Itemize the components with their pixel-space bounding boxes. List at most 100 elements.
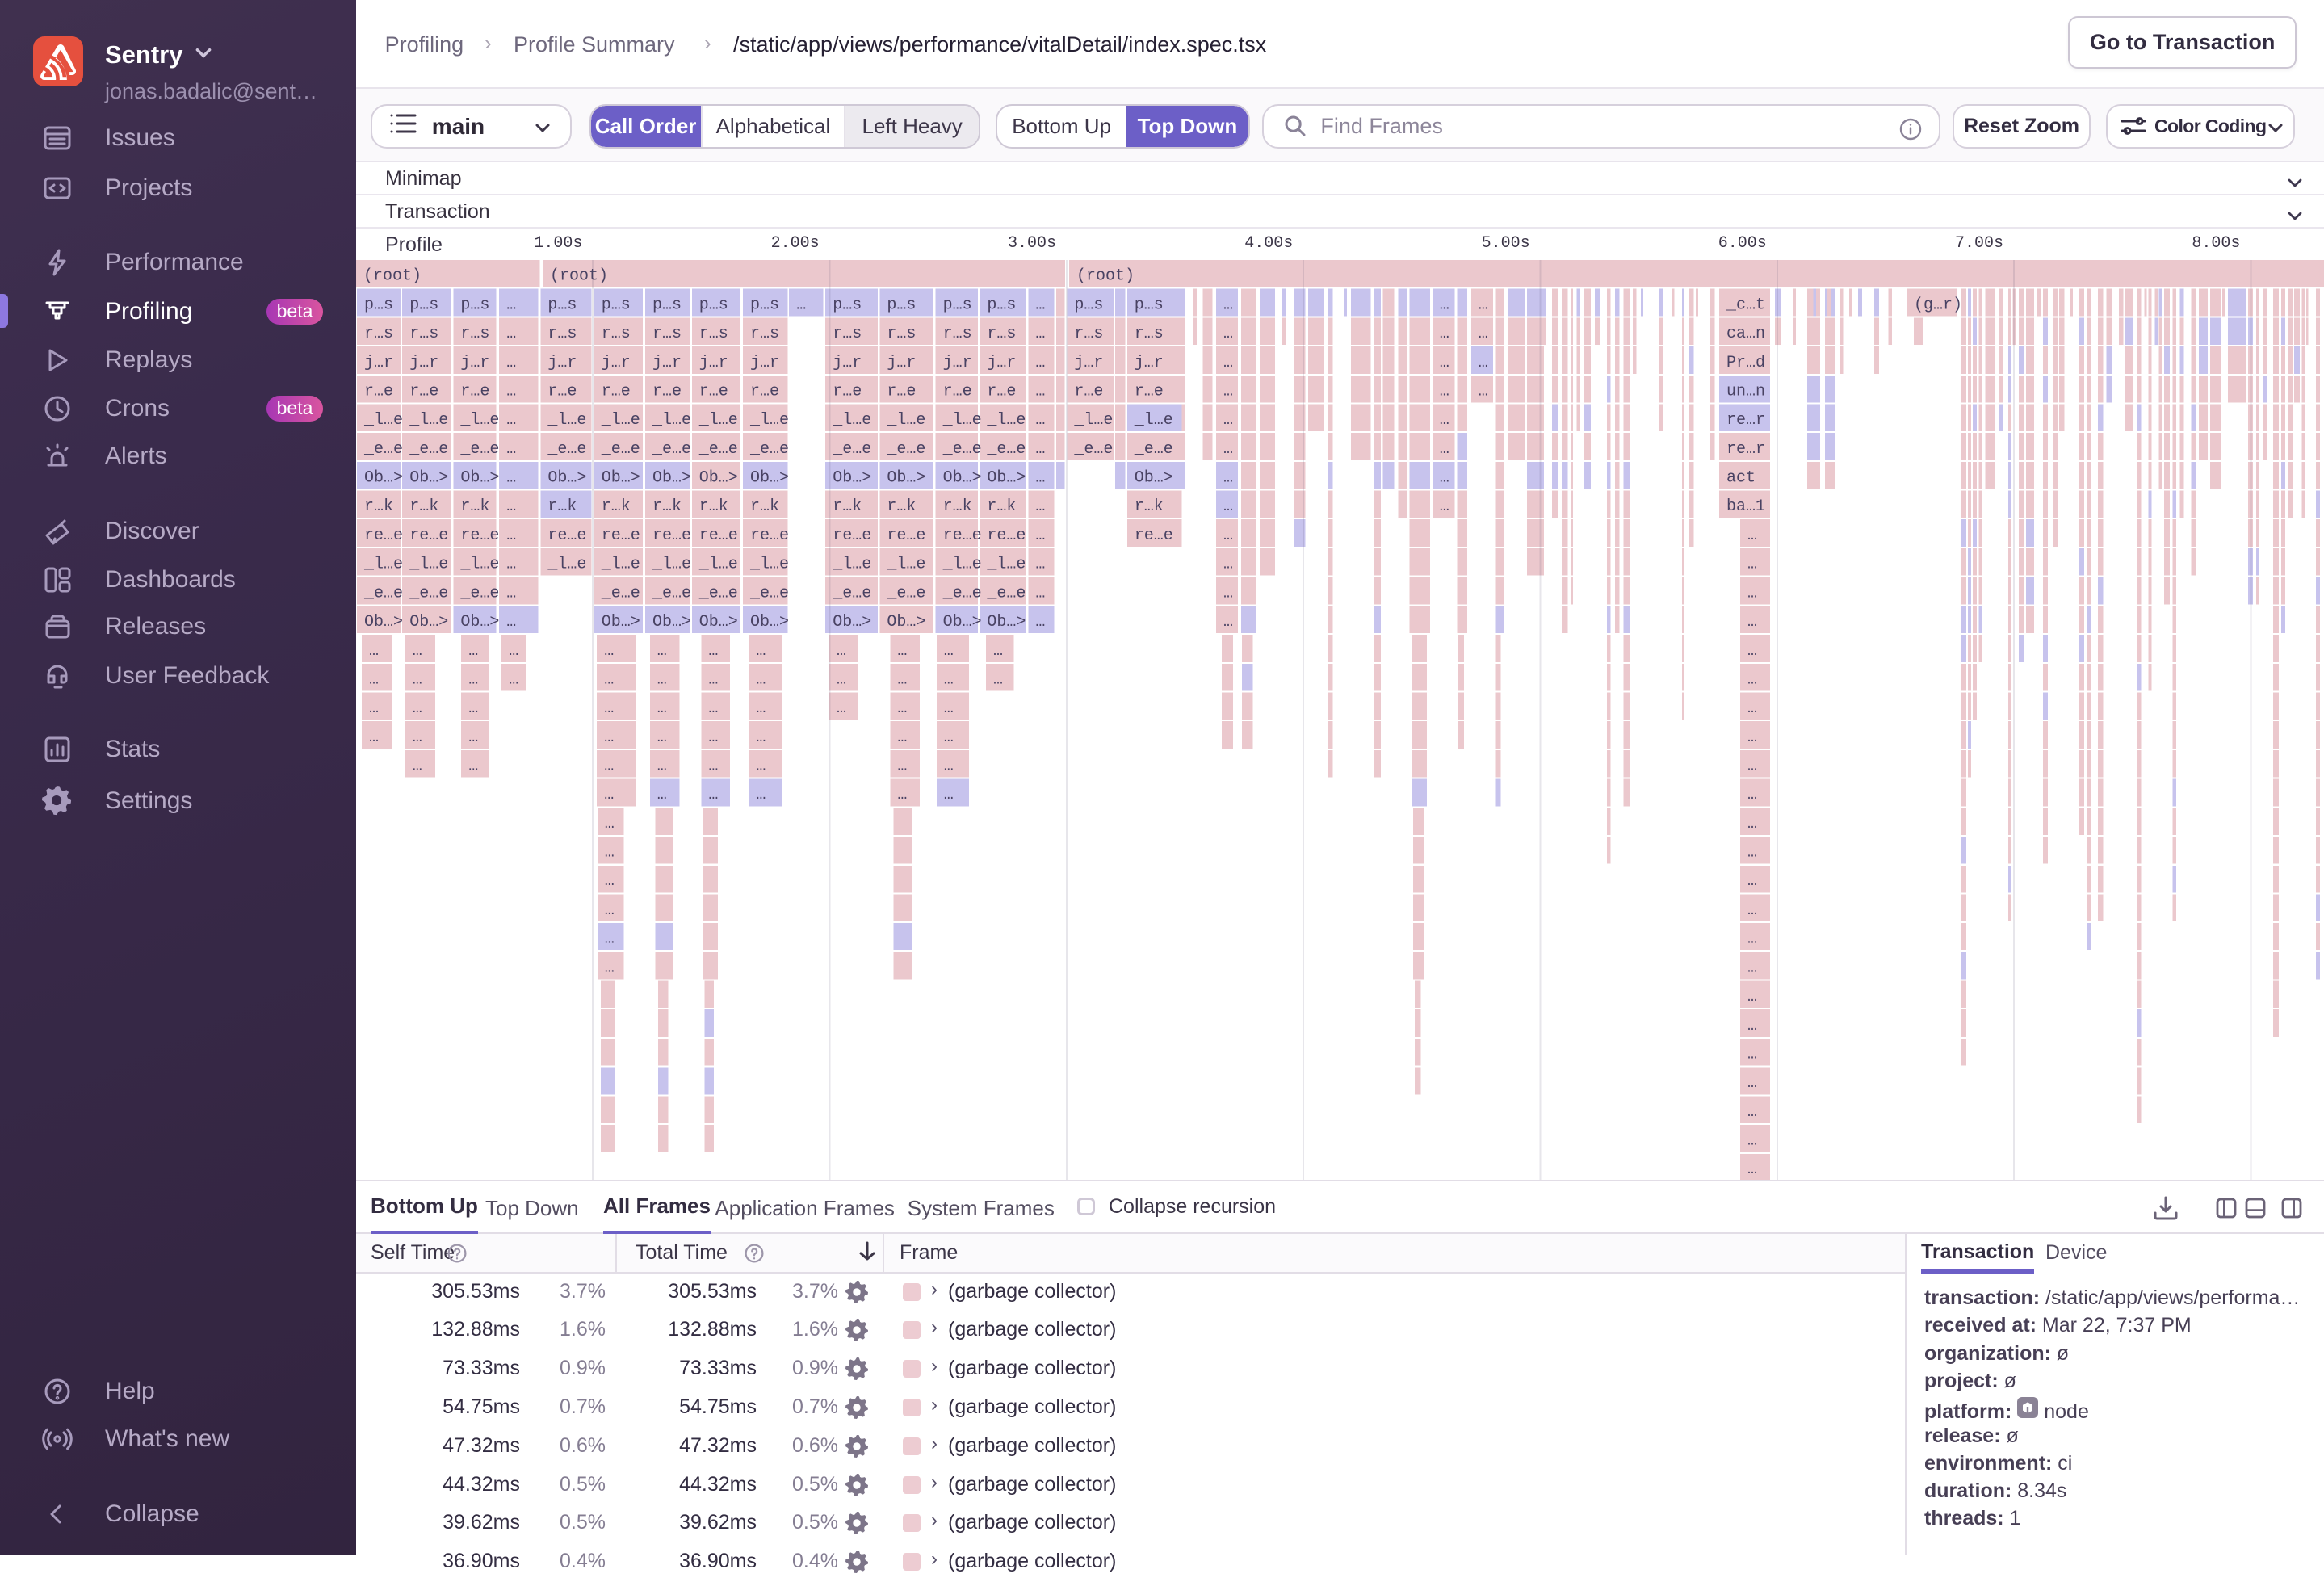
svg-text:…: …	[756, 670, 766, 689]
svg-text:…: …	[605, 930, 615, 949]
svg-text:re…e: re…e	[750, 527, 789, 545]
svg-text:r…e: r…e	[699, 382, 728, 401]
svg-text:r…s: r…s	[460, 325, 489, 343]
svg-text:…: …	[1035, 497, 1045, 516]
svg-text:…: …	[369, 699, 379, 718]
svg-text:…: …	[506, 354, 516, 372]
svg-text:_l…e: _l…e	[547, 556, 586, 574]
svg-text:r…k: r…k	[887, 497, 916, 516]
svg-text:…: …	[1035, 411, 1045, 430]
svg-text:_l…e: _l…e	[986, 411, 1026, 430]
svg-text:…: …	[413, 670, 422, 689]
svg-text:…: …	[506, 584, 516, 602]
svg-text:re…e: re…e	[887, 527, 925, 545]
svg-text:…: …	[605, 815, 615, 833]
svg-text:re…e: re…e	[460, 527, 499, 545]
svg-text:r…s: r…s	[699, 325, 728, 343]
svg-text:Ob…>: Ob…>	[547, 469, 586, 488]
svg-text:r…k: r…k	[602, 497, 631, 516]
svg-text:r…e: r…e	[602, 382, 631, 401]
svg-text:un…n: un…n	[1726, 382, 1765, 401]
svg-text:…: …	[1479, 325, 1488, 343]
svg-text:r…k: r…k	[1135, 497, 1164, 516]
svg-text:…: …	[1747, 786, 1757, 804]
svg-text:_e…e: _e…e	[942, 584, 982, 602]
svg-text:j…r: j…r	[602, 354, 631, 372]
svg-text:…: …	[657, 728, 667, 747]
svg-text:p…s: p…s	[987, 296, 1016, 314]
svg-text:act: act	[1726, 469, 1756, 488]
svg-text:r…e: r…e	[1135, 382, 1164, 401]
svg-text:r…k: r…k	[652, 497, 682, 516]
svg-text:p…s: p…s	[699, 296, 728, 314]
svg-text:(root): (root)	[363, 267, 422, 286]
svg-text:(root): (root)	[1076, 267, 1135, 286]
svg-text:…: …	[657, 699, 667, 718]
svg-text:…: …	[657, 786, 667, 804]
svg-text:r…s: r…s	[409, 325, 438, 343]
svg-text:r…e: r…e	[987, 382, 1016, 401]
svg-text:…: …	[1747, 527, 1757, 545]
svg-text:_l…e: _l…e	[886, 556, 925, 574]
svg-text:…: …	[756, 728, 766, 747]
svg-text:_e…e: _e…e	[409, 584, 448, 602]
svg-text:re…e: re…e	[943, 527, 982, 545]
svg-text:…: …	[1747, 584, 1757, 602]
svg-text:…: …	[1035, 354, 1045, 372]
svg-text:r…k: r…k	[987, 497, 1016, 516]
svg-text:_l…e: _l…e	[749, 411, 789, 430]
svg-text:…: …	[509, 642, 518, 661]
svg-text:…: …	[604, 786, 614, 804]
svg-text:…: …	[468, 699, 478, 718]
svg-text:p…s: p…s	[652, 296, 682, 314]
svg-text:_l…e: _l…e	[749, 556, 789, 574]
svg-text:ba…1: ba…1	[1726, 497, 1765, 516]
svg-text:…: …	[1479, 382, 1488, 401]
svg-text:_l…e: _l…e	[547, 411, 586, 430]
svg-text:…: …	[1223, 411, 1233, 430]
svg-text:Ob…>: Ob…>	[987, 469, 1026, 488]
svg-text:…: …	[506, 469, 516, 488]
svg-text:…: …	[837, 670, 846, 689]
svg-text:_l…e: _l…e	[698, 411, 738, 430]
svg-text:…: …	[1035, 325, 1045, 343]
svg-text:…: …	[1223, 527, 1233, 545]
svg-text:r…s: r…s	[652, 325, 682, 343]
svg-text:_l…e: _l…e	[363, 556, 403, 574]
svg-text:p…s: p…s	[833, 296, 862, 314]
svg-text:…: …	[1747, 815, 1757, 833]
svg-text:…: …	[468, 670, 478, 689]
svg-text:…: …	[1440, 411, 1449, 430]
svg-text:…: …	[1747, 988, 1757, 1006]
svg-text:_l…e: _l…e	[1134, 411, 1173, 430]
svg-text:Ob…>: Ob…>	[460, 469, 499, 488]
svg-text:…: …	[944, 670, 954, 689]
svg-text:r…e: r…e	[750, 382, 779, 401]
svg-text:_e…e: _e…e	[886, 440, 925, 459]
svg-text:r…e: r…e	[364, 382, 393, 401]
svg-text:…: …	[1479, 354, 1488, 372]
svg-text:…: …	[1223, 325, 1233, 343]
svg-text:Ob…>: Ob…>	[833, 613, 871, 632]
svg-text:_l…e: _l…e	[942, 411, 982, 430]
svg-text:r…k: r…k	[943, 497, 972, 516]
svg-text:r…k: r…k	[364, 497, 393, 516]
svg-text:…: …	[897, 786, 907, 804]
svg-text:p…s: p…s	[943, 296, 972, 314]
svg-text:…: …	[1747, 1132, 1757, 1151]
svg-text:p…s: p…s	[1074, 296, 1103, 314]
svg-text:j…r: j…r	[833, 354, 862, 372]
svg-text:_l…e: _l…e	[409, 556, 448, 574]
svg-text:Ob…>: Ob…>	[364, 469, 403, 488]
svg-text:Ob…>: Ob…>	[602, 613, 640, 632]
svg-text:r…s: r…s	[833, 325, 862, 343]
svg-text:…: …	[506, 382, 516, 401]
svg-text:re…r: re…r	[1726, 440, 1765, 459]
svg-text:…: …	[1223, 613, 1233, 632]
svg-text:Ob…>: Ob…>	[887, 613, 925, 632]
svg-text:r…s: r…s	[364, 325, 393, 343]
svg-text:…: …	[1223, 440, 1233, 459]
svg-text:…: …	[605, 901, 615, 920]
svg-text:_l…e: _l…e	[652, 411, 691, 430]
svg-text:…: …	[468, 728, 478, 747]
